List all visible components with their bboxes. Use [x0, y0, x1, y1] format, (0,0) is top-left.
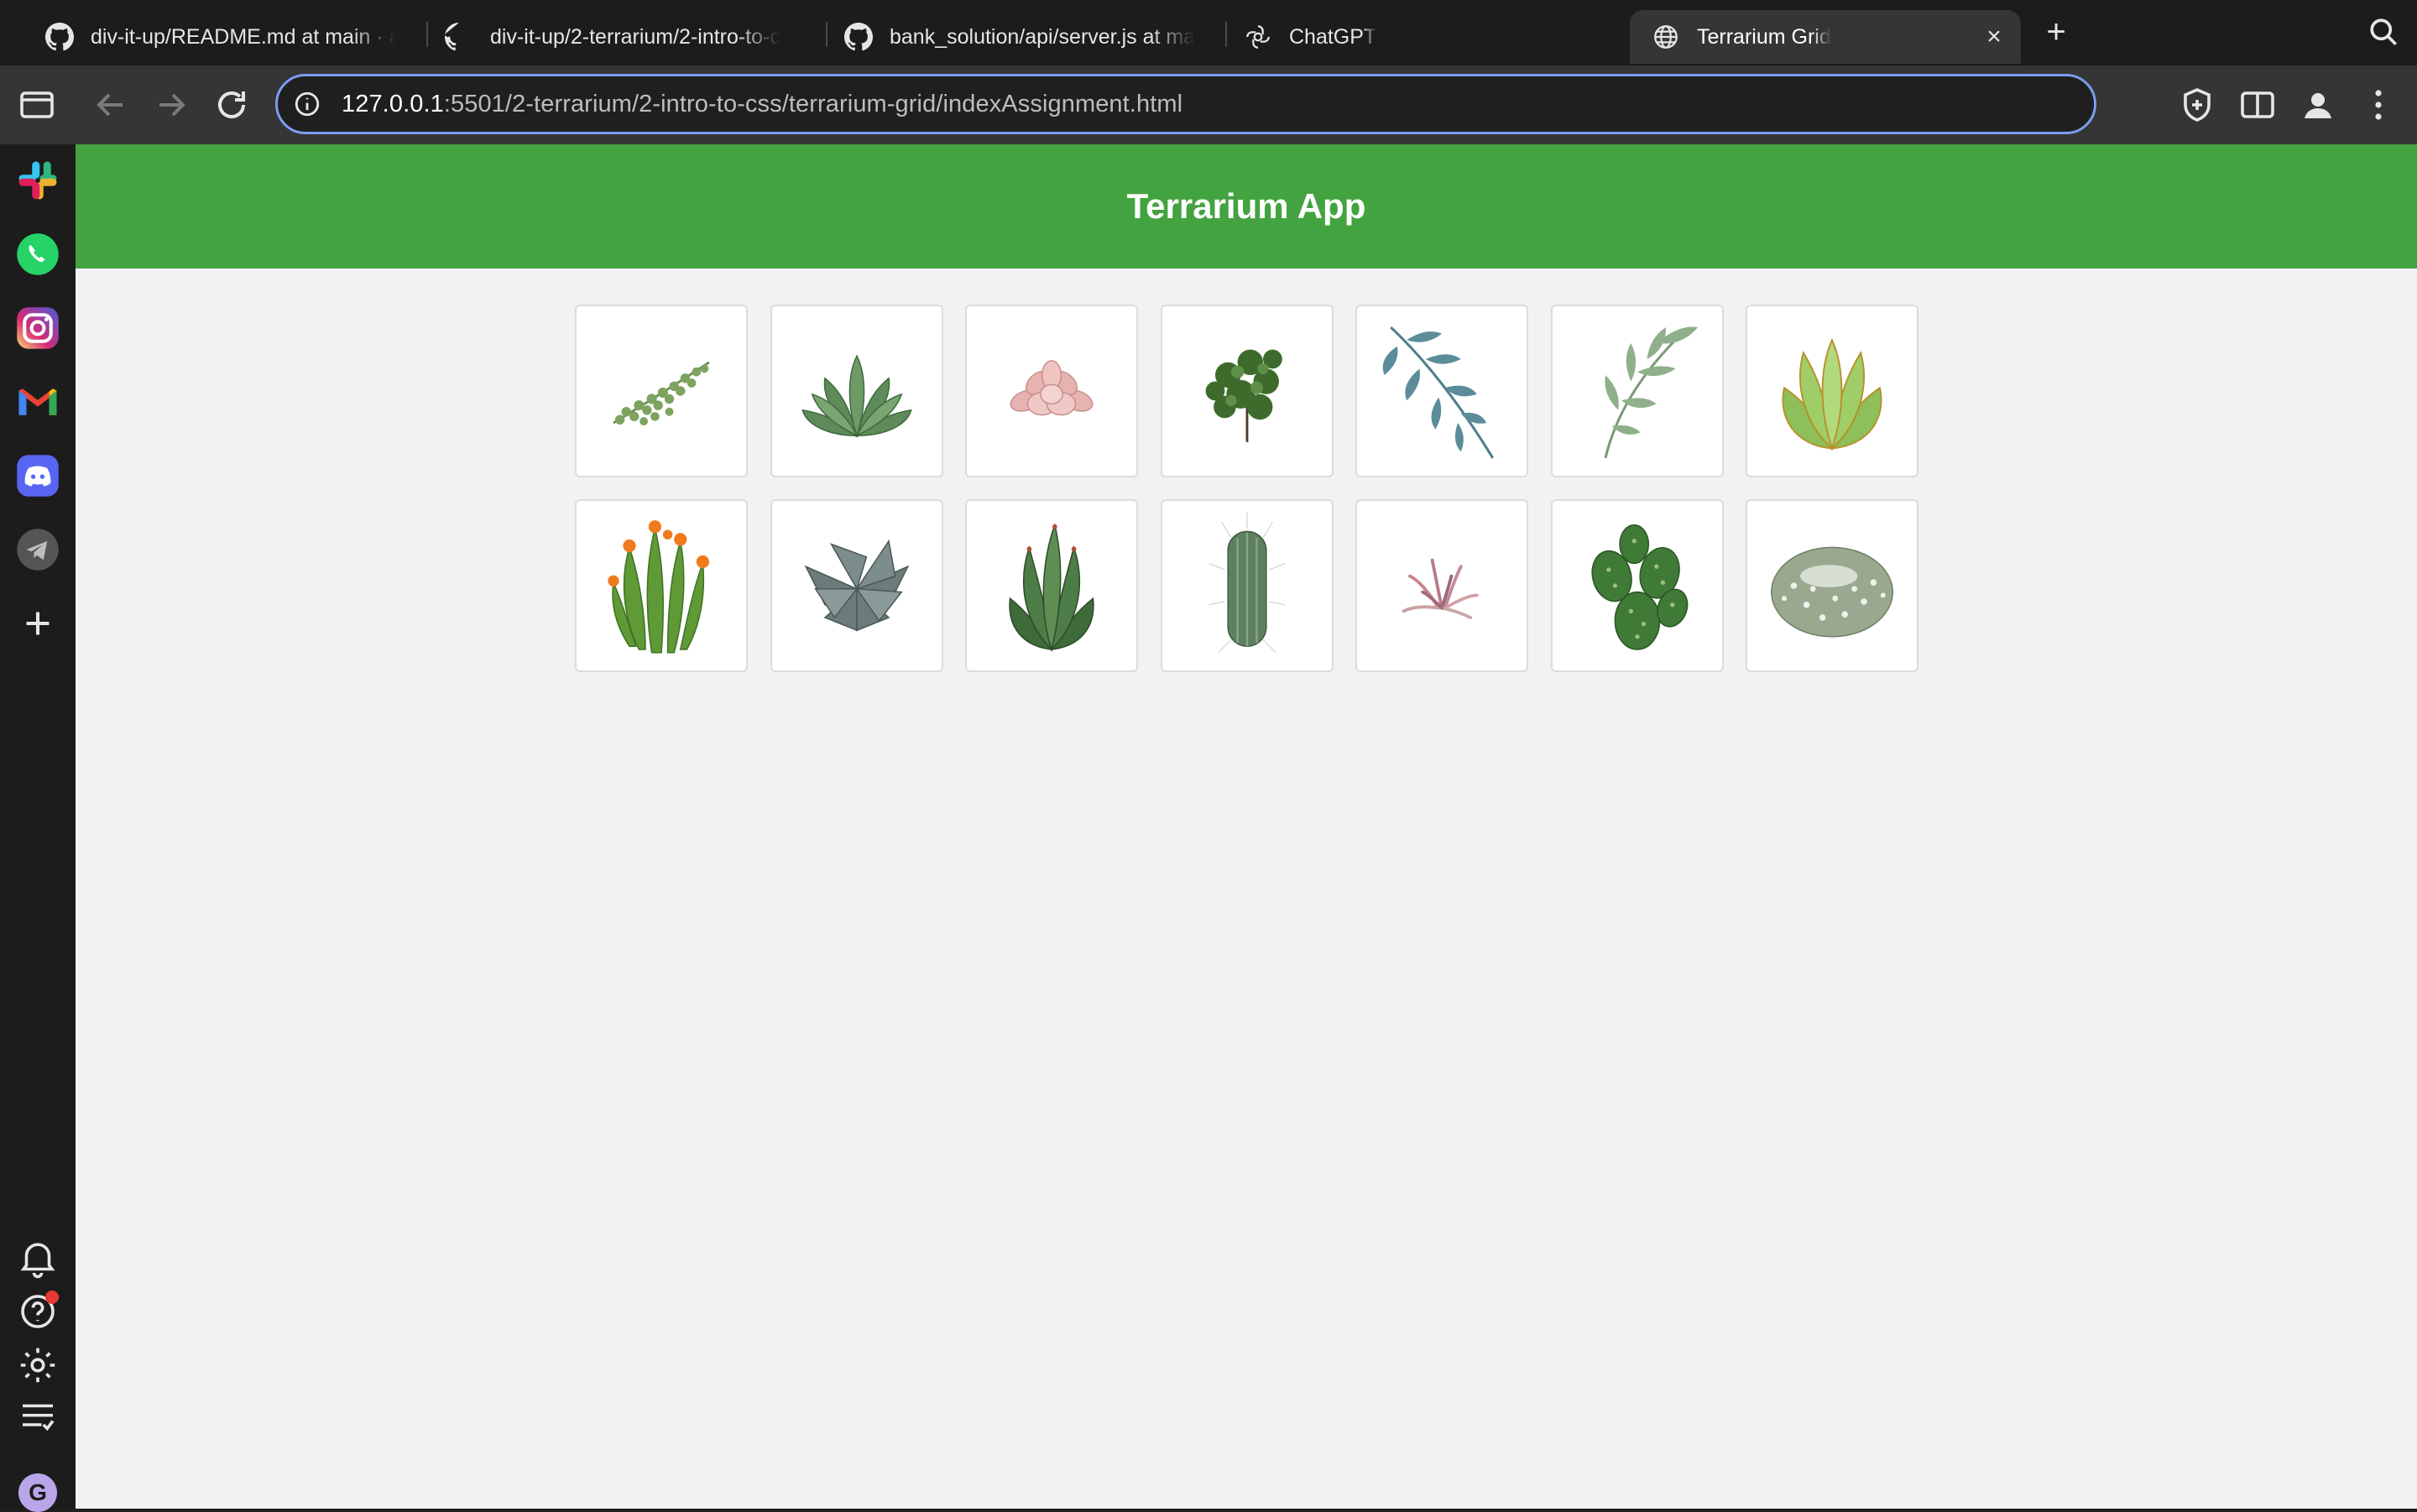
grey-succulent-plant — [804, 539, 909, 632]
green-succulent-plant — [801, 354, 912, 438]
plant-card[interactable] — [1355, 305, 1528, 477]
tab-title: Terrarium Grid — [1697, 24, 1831, 49]
plant-card[interactable] — [1746, 305, 1918, 477]
settings-icon[interactable] — [15, 1343, 60, 1388]
address-bar[interactable]: 127.0.0.1:5501/2-terrarium/2-intro-to-cs… — [275, 74, 2096, 134]
notification-badge — [45, 1290, 59, 1304]
slack-icon[interactable] — [15, 158, 60, 203]
instagram-icon[interactable] — [15, 305, 60, 351]
bell-icon[interactable] — [15, 1235, 60, 1280]
flowering-cactus-plant — [608, 520, 709, 654]
tab-strip: div-it-up/README.md at main · ar div-it-… — [0, 0, 2417, 65]
tab-title: bank_solution/api/server.js at mai — [890, 24, 1195, 49]
whatsapp-icon[interactable] — [15, 232, 60, 277]
shield-icon[interactable] — [2177, 85, 2217, 125]
plant-card[interactable] — [1160, 305, 1334, 477]
url-path: :5501/2-terrarium/2-intro-to-css/terrari… — [443, 90, 1183, 117]
plant-card[interactable] — [575, 305, 748, 477]
prickly-pear-cactus-plant — [1590, 524, 1688, 650]
web-page: Terrarium App — [76, 144, 2417, 1509]
spiky-cactus-plant — [1208, 512, 1286, 654]
plant-card[interactable] — [575, 499, 748, 672]
sidebar-toggle-icon[interactable] — [17, 85, 57, 125]
tab-intro-to-css[interactable]: div-it-up/2-terrarium/2-intro-to-c — [423, 10, 817, 64]
github-icon — [45, 23, 74, 51]
tab-title: ChatGPT — [1289, 24, 1377, 49]
tab-bank-solution[interactable]: bank_solution/api/server.js at mai — [822, 10, 1217, 64]
fuzzy-round-cactus-plant — [1771, 546, 1893, 638]
light-green-echeveria-plant — [1782, 337, 1882, 451]
address-url: 127.0.0.1:5501/2-terrarium/2-intro-to-cs… — [342, 91, 1182, 118]
plant-card[interactable] — [965, 305, 1138, 477]
new-tab-icon[interactable]: + — [2038, 13, 2075, 50]
page-header: Terrarium App — [76, 144, 2417, 269]
globe-icon — [1654, 25, 1678, 49]
back-icon[interactable] — [91, 85, 131, 125]
app-sidebar: G — [0, 144, 76, 1512]
gmail-icon[interactable] — [15, 379, 60, 425]
plant-card[interactable] — [770, 305, 943, 477]
plant-card[interactable] — [770, 499, 943, 672]
air-plant-plant — [1402, 558, 1479, 619]
plant-card[interactable] — [965, 499, 1138, 672]
forward-icon[interactable] — [151, 85, 191, 125]
eucalyptus-branch-plant — [1604, 326, 1698, 459]
reload-icon[interactable] — [211, 85, 252, 125]
split-view-icon[interactable] — [2237, 85, 2278, 125]
site-info-icon[interactable] — [293, 90, 321, 118]
close-icon[interactable]: × — [1982, 24, 2006, 50]
plant-card[interactable] — [1746, 499, 1918, 672]
page-title: Terrarium App — [1126, 186, 1366, 226]
tab-chatgpt[interactable]: ChatGPT — [1222, 10, 1616, 64]
telegram-icon[interactable] — [15, 527, 60, 572]
trailing-vine-plant — [613, 361, 710, 426]
profile-icon[interactable] — [2298, 85, 2338, 125]
github-icon — [445, 23, 459, 51]
url-host: 127.0.0.1 — [342, 90, 444, 117]
more-menu-icon[interactable] — [2358, 85, 2399, 125]
add-icon[interactable] — [15, 601, 60, 646]
dark-clover-cluster-plant — [1205, 349, 1282, 442]
avatar[interactable]: G — [18, 1473, 57, 1512]
chatgpt-icon — [1246, 25, 1270, 49]
plant-card[interactable] — [1160, 499, 1334, 672]
reading-list-icon[interactable] — [15, 1395, 60, 1440]
plant-card[interactable] — [1355, 499, 1528, 672]
plant-card[interactable] — [1550, 305, 1724, 477]
pink-succulent-plant — [1010, 360, 1094, 416]
tab-title: div-it-up/README.md at main · ar — [91, 24, 396, 49]
github-icon — [844, 23, 873, 51]
tab-terrarium-grid[interactable]: Terrarium Grid × — [1630, 10, 2021, 64]
browser-toolbar: 127.0.0.1:5501/2-terrarium/2-intro-to-cs… — [0, 65, 2417, 144]
tab-title: div-it-up/2-terrarium/2-intro-to-c — [490, 24, 780, 49]
aloe-agave-plant — [1009, 523, 1094, 652]
plant-card[interactable] — [1550, 499, 1724, 672]
tab-search-icon[interactable] — [2365, 13, 2402, 50]
discord-icon[interactable] — [15, 453, 60, 498]
blue-leaf-branch-plant — [1382, 326, 1495, 459]
tab-readme[interactable]: div-it-up/README.md at main · ar — [23, 10, 418, 64]
plant-grid — [575, 305, 1918, 672]
